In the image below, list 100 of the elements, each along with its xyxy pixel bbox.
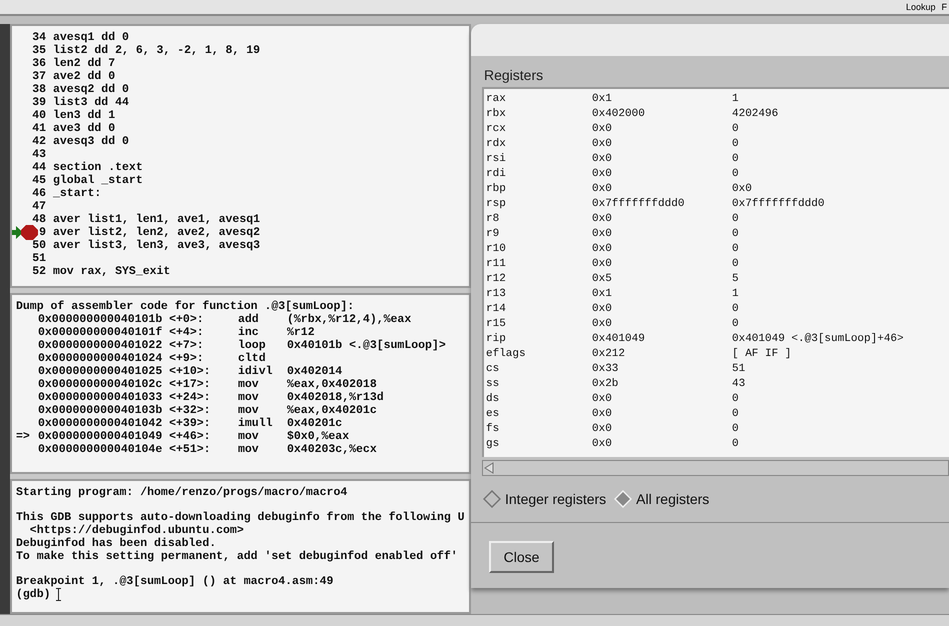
table-cell-text: 0x7fffffffddd0 xyxy=(732,197,826,212)
line-number: 36 xyxy=(32,57,46,70)
table-cell-text: r14 xyxy=(486,302,507,317)
instruction-address: 0x0000000000401024 <+9>: xyxy=(38,352,205,366)
table-cell-text: 1 xyxy=(732,92,740,107)
table-cell-text: rcx xyxy=(486,122,507,137)
line-number: 35 xyxy=(32,44,46,57)
table-cell-text: 0 xyxy=(732,122,740,137)
code-line: aver list3, len3, ave3, avesq3 xyxy=(53,239,260,252)
table-cell-text: 0 xyxy=(732,392,740,407)
code-line: ave2 dd 0 xyxy=(53,70,116,83)
table-cell-text: 0x0 xyxy=(592,212,613,227)
table-cell-text: rdx xyxy=(486,137,507,152)
line-number: 47 xyxy=(32,200,46,213)
instruction-address: 0x000000000040103b <+32>: xyxy=(38,404,212,418)
line-number: 42 xyxy=(32,135,46,148)
table-cell-text: es xyxy=(486,407,500,422)
instruction-operands: (%rbx,%r12,4),%eax xyxy=(287,313,412,326)
instruction-operands: 0x402018,%r13d xyxy=(287,391,384,404)
line-number: 51 xyxy=(32,252,46,265)
table-cell-text: ds xyxy=(486,392,500,407)
instruction-opcode: imull xyxy=(238,417,274,430)
current-instruction-marker: => xyxy=(16,430,30,444)
toolbar-button[interactable]: Lookup xyxy=(906,2,936,12)
left-arrow-icon[interactable] xyxy=(483,462,495,474)
instruction-address: 0x000000000040104e <+51>: xyxy=(38,443,212,456)
console-line: Debuginfod has been disabled. xyxy=(16,537,216,550)
table-cell-text: 0x0 xyxy=(592,167,613,182)
radio-option[interactable]: All registers xyxy=(614,490,710,508)
instruction-opcode: inc xyxy=(238,326,260,340)
dialog-title: Registers xyxy=(483,66,544,85)
instruction-address: 0x000000000040101f <+4>: xyxy=(38,326,205,340)
table-cell-text: rip xyxy=(486,332,507,347)
table-cell-text: 0x0 xyxy=(592,227,613,242)
table-cell-text: 0x0 xyxy=(592,422,613,437)
code-line: len2 dd 7 xyxy=(53,57,116,70)
table-cell-text: 5 xyxy=(732,272,740,287)
console-line: Breakpoint 1, .@3[sumLoop] () at macro4.asm:49 xyxy=(16,575,334,588)
instruction-opcode: mov xyxy=(238,443,260,456)
line-number: 52 xyxy=(32,265,46,278)
instruction-address: 0x000000000040101b <+0>: xyxy=(38,313,205,326)
instruction-operands: %r12 xyxy=(287,326,315,340)
table-cell-text: 0x0 xyxy=(732,182,753,197)
instruction-operands: 0x40201c xyxy=(287,417,342,430)
table-cell-text: 0 xyxy=(732,167,740,182)
table-cell-text: 0x212 xyxy=(592,347,626,362)
table-cell-text: 0 xyxy=(732,317,740,332)
table-cell-text: 0x2b xyxy=(592,377,620,392)
console-line: This GDB supports auto-downloading debuginfo from the following U xyxy=(16,511,465,524)
table-cell-text: r15 xyxy=(486,317,507,332)
table-cell-text: 0x0 xyxy=(592,407,613,422)
instruction-address: 0x0000000000401049 <+46>: xyxy=(38,430,212,444)
radio-diamond-icon[interactable] xyxy=(483,490,501,508)
table-cell-text: rdi xyxy=(486,167,507,182)
instruction-address: 0x0000000000401042 <+39>: xyxy=(38,417,212,430)
line-number: 46 xyxy=(32,187,46,200)
line-number: 38 xyxy=(32,83,46,96)
text-cursor-icon xyxy=(56,588,61,602)
table-cell-text: 0x0 xyxy=(592,392,613,407)
horizontal-scrollbar[interactable] xyxy=(482,460,949,476)
table-cell-text: 43 xyxy=(732,377,746,392)
line-number: 44 xyxy=(32,161,46,174)
radio-option[interactable]: Integer registers xyxy=(483,490,606,508)
instruction-operands: $0x0,%eax xyxy=(287,430,350,444)
console-pane[interactable] xyxy=(10,479,471,614)
table-cell-text: 0 xyxy=(732,242,740,257)
table-cell-text: gs xyxy=(486,437,500,452)
line-number: 43 xyxy=(32,148,46,161)
instruction-opcode: add xyxy=(238,313,260,326)
code-line: section .text xyxy=(53,161,143,174)
table-cell-text: 0x401049 <.@3[sumLoop]+46> xyxy=(732,332,905,347)
instruction-opcode: loop xyxy=(238,339,267,352)
table-cell-text: 0 xyxy=(732,152,740,167)
instruction-opcode: mov xyxy=(238,404,260,418)
table-cell-text: cs xyxy=(486,362,500,377)
table-cell-text: 0x1 xyxy=(592,287,613,302)
close-button[interactable]: Close xyxy=(489,541,554,573)
table-cell-text: ss xyxy=(486,377,500,392)
table-cell-text: r8 xyxy=(486,212,500,227)
code-line: avesq3 dd 0 xyxy=(53,135,129,148)
instruction-operands: 0x402014 xyxy=(287,365,342,378)
table-cell-text: r11 xyxy=(486,257,507,272)
table-cell-text: 0 xyxy=(732,302,740,317)
table-cell-text: r10 xyxy=(486,242,507,257)
table-cell-text: 0x5 xyxy=(592,272,613,287)
table-cell-text: rsi xyxy=(486,152,507,167)
line-number: 41 xyxy=(32,122,46,135)
table-cell-text: 0x0 xyxy=(592,122,613,137)
instruction-operands: %eax,0x402018 xyxy=(287,378,377,392)
console-prompt: (gdb) xyxy=(16,588,51,602)
instruction-address: 0x0000000000401033 <+24>: xyxy=(38,391,212,404)
table-cell-text: 0x1 xyxy=(592,92,613,107)
table-cell-text: 51 xyxy=(732,362,746,377)
code-line: aver list2, len2, ave2, avesq2 xyxy=(53,226,260,239)
table-cell-text: 0x0 xyxy=(592,302,613,317)
table-cell-text: eflags xyxy=(486,347,527,362)
toolbar-button[interactable]: F xyxy=(942,2,947,12)
line-number: 45 xyxy=(32,174,46,187)
code-line: mov rax, SYS_exit xyxy=(53,265,170,278)
line-number: 48 xyxy=(32,213,46,226)
